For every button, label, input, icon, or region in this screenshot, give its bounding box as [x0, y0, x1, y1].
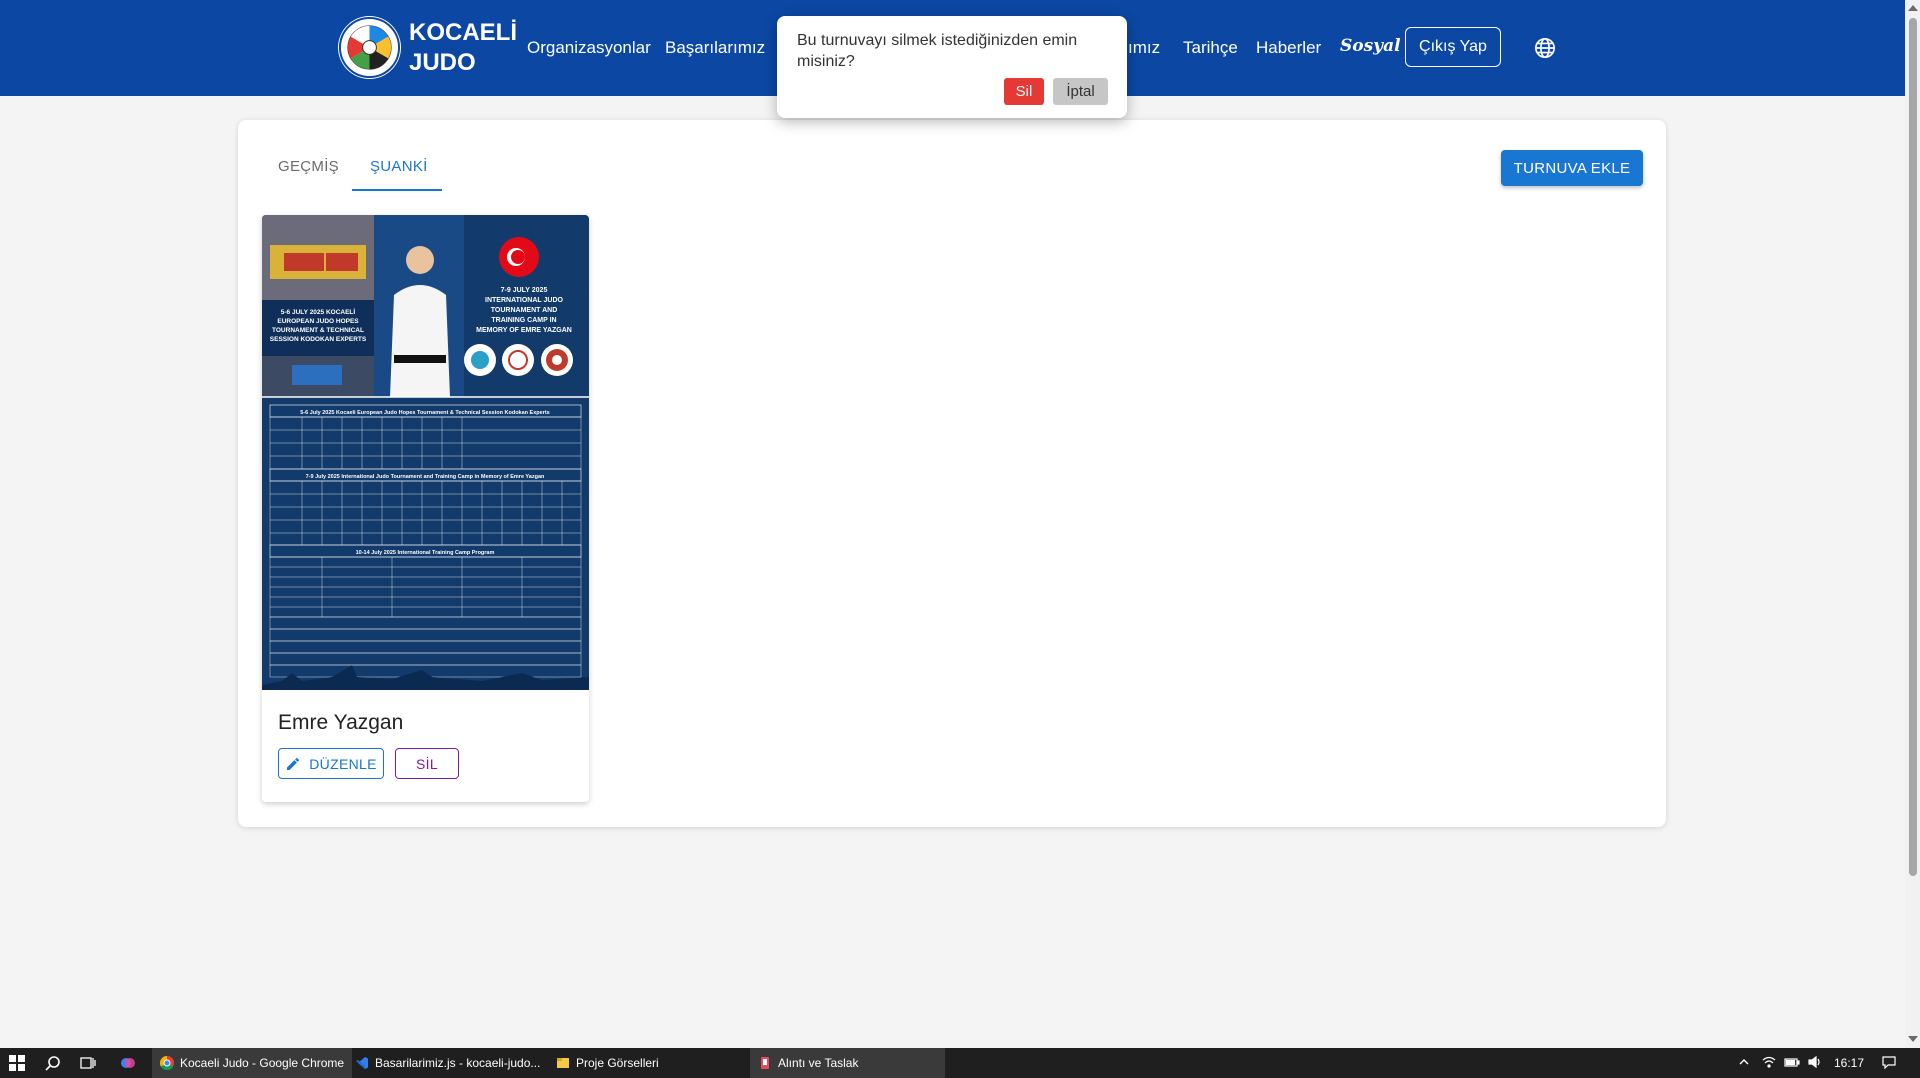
tournament-card: 5-6 JULY 2025 KOCAELİ EUROPEAN JUDO HOPE…	[262, 215, 589, 802]
brand-line-1: KOCAELİ	[409, 19, 517, 46]
os-taskbar: Kocaeli Judo - Google Chrome Basarilarim…	[0, 1048, 1920, 1078]
start-windows-icon[interactable]	[9, 1048, 25, 1078]
search-icon[interactable]	[45, 1048, 61, 1078]
logout-button[interactable]: Çıkış Yap	[1405, 27, 1501, 67]
svg-text:5-6 July 2025 Kocaeli European: 5-6 July 2025 Kocaeli European Judo Hope…	[300, 410, 550, 416]
clock-time[interactable]: 16:17	[1834, 1056, 1864, 1070]
taskbar-chrome[interactable]: Kocaeli Judo - Google Chrome	[152, 1048, 353, 1078]
scroll-thumb[interactable]	[1909, 18, 1917, 876]
delete-confirm-popover: Bu turnuvayı silmek istediğinizden emin …	[777, 16, 1127, 118]
svg-text:10-14 July 2025 International: 10-14 July 2025 International Training C…	[356, 550, 495, 556]
svg-text:TOURNAMENT & TECHNICAL: TOURNAMENT & TECHNICAL	[272, 327, 364, 334]
taskbar-chrome-label: Kocaeli Judo - Google Chrome	[180, 1056, 345, 1070]
nav-partial-item[interactable]: ımız	[1128, 38, 1160, 58]
svg-text:TOURNAMENT AND: TOURNAMENT AND	[491, 307, 558, 314]
taskbar-folder-label: Proje Görselleri	[576, 1056, 659, 1070]
tournament-poster-image[interactable]: 5-6 JULY 2025 KOCAELİ EUROPEAN JUDO HOPE…	[262, 215, 589, 690]
nav-achievements[interactable]: Başarılarımız	[665, 38, 765, 58]
confirm-message: Bu turnuvayı silmek istediğinizden emin …	[797, 32, 1078, 70]
add-tournament-button[interactable]: TURNUVA EKLE	[1501, 150, 1643, 186]
edit-button-label: DÜZENLE	[309, 755, 377, 772]
tournaments-panel: GEÇMİŞ ŞUANKİ TURNUVA EKLE 5-6 JULY 2025…	[238, 120, 1666, 827]
svg-text:EUROPEAN JUDO HOPES: EUROPEAN JUDO HOPES	[277, 318, 359, 325]
tab-current[interactable]: ŞUANKİ	[370, 158, 428, 175]
edit-button[interactable]: DÜZENLE	[278, 748, 384, 779]
brand-title[interactable]: KOCAELİ JUDO	[409, 18, 517, 78]
vscode-icon	[355, 1056, 369, 1070]
snipping-tool-icon	[758, 1056, 772, 1070]
judo-logo-icon[interactable]	[338, 16, 401, 79]
nav-news[interactable]: Haberler	[1256, 38, 1321, 58]
pencil-icon	[287, 757, 300, 770]
battery-icon[interactable]	[1784, 1056, 1800, 1071]
taskbar-vscode[interactable]: Basarilarimiz.js - kocaeli-judo...	[355, 1048, 540, 1078]
svg-text:7-9 JULY 2025: 7-9 JULY 2025	[501, 287, 548, 294]
taskbar-snipping-label: Alıntı ve Taslak	[778, 1056, 859, 1070]
tab-active-indicator	[352, 189, 442, 191]
notification-icon[interactable]	[1882, 1056, 1896, 1072]
taskbar-folder[interactable]: Proje Görselleri	[556, 1048, 659, 1078]
svg-text:7-9 July 2025 International Ju: 7-9 July 2025 International Judo Tournam…	[306, 474, 545, 480]
scroll-up-arrow-icon[interactable]	[1908, 5, 1918, 11]
taskbar-vscode-label: Basarilarimiz.js - kocaeli-judo...	[375, 1056, 541, 1070]
svg-text:TRAINING CAMP IN: TRAINING CAMP IN	[491, 317, 556, 324]
brand-line-2: JUDO	[409, 49, 476, 76]
svg-text:INTERNATIONAL JUDO: INTERNATIONAL JUDO	[485, 297, 563, 304]
svg-text:SESSION KODOKAN EXPERTS: SESSION KODOKAN EXPERTS	[270, 336, 367, 343]
confirm-delete-button[interactable]: Sil	[1004, 78, 1044, 105]
nav-organizations[interactable]: Organizasyonlar	[527, 38, 651, 58]
volume-icon[interactable]	[1808, 1055, 1822, 1071]
vertical-scrollbar[interactable]	[1905, 0, 1920, 1048]
nav-social[interactable]: Sosyal	[1340, 36, 1401, 56]
chrome-icon	[159, 1055, 174, 1071]
taskbar-snipping[interactable]: Alıntı ve Taslak	[750, 1048, 945, 1078]
tray-chevron-up-icon[interactable]	[1738, 1056, 1750, 1071]
nav-history[interactable]: Tarihçe	[1183, 38, 1238, 58]
copilot-icon[interactable]	[120, 1048, 136, 1078]
folder-icon	[556, 1056, 570, 1070]
tab-past[interactable]: GEÇMİŞ	[278, 158, 339, 175]
scroll-down-arrow-icon[interactable]	[1908, 1036, 1918, 1042]
cancel-button[interactable]: İptal	[1053, 78, 1108, 105]
svg-text:MEMORY OF EMRE YAZGAN: MEMORY OF EMRE YAZGAN	[476, 327, 572, 334]
tournament-title: Emre Yazgan	[278, 711, 404, 734]
globe-icon[interactable]	[1534, 37, 1556, 59]
task-view-icon[interactable]	[80, 1048, 96, 1078]
delete-button[interactable]: SİL	[395, 748, 459, 779]
svg-text:5-6 JULY 2025 KOCAELİ: 5-6 JULY 2025 KOCAELİ	[281, 308, 356, 316]
wifi-icon[interactable]	[1762, 1056, 1776, 1071]
